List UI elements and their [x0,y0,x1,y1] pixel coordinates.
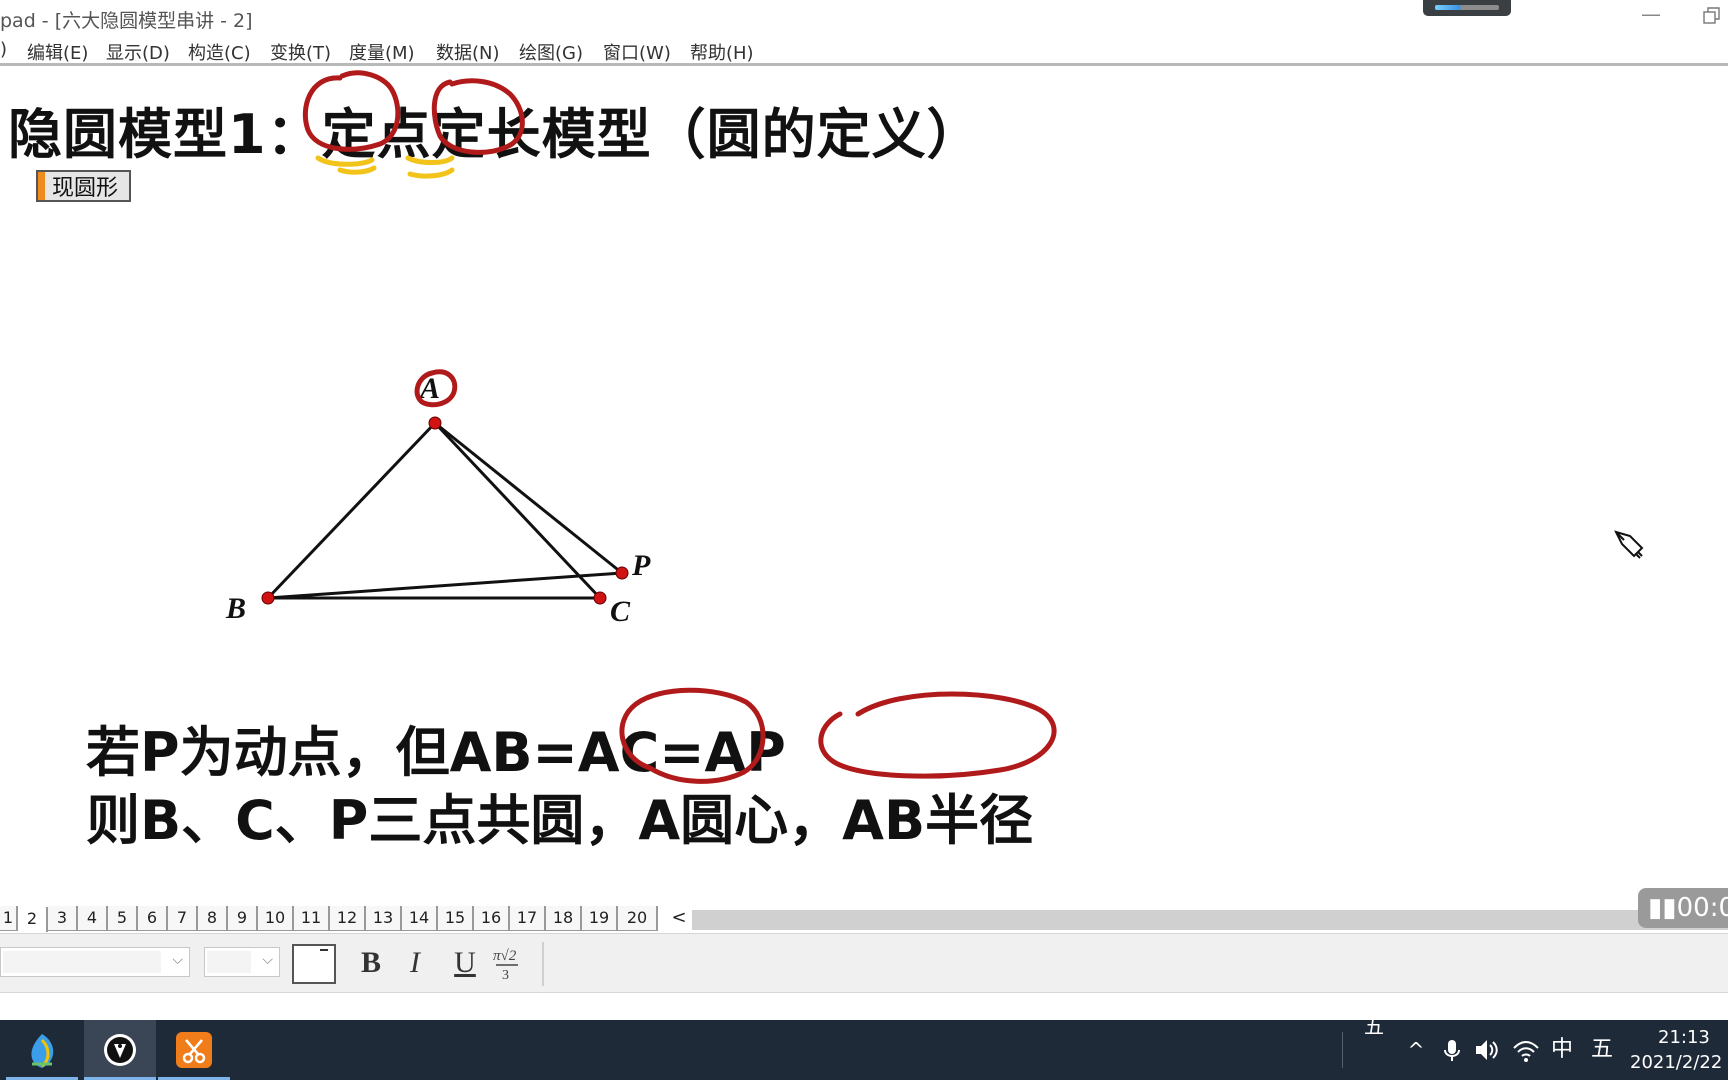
page-tab[interactable]: 13 [366,906,402,931]
svg-text:3: 3 [502,968,509,982]
timer-value: 00:01 [1676,893,1728,923]
ime-language-toggle[interactable]: 中 [1546,1020,1578,1080]
chevron-down-icon: ⌵ [172,952,183,968]
menu-measure[interactable]: 度量(M) [349,39,415,65]
minimize-button[interactable]: — [1638,2,1664,32]
sketch-canvas[interactable]: 隐圆模型1：定点定长模型（圆的定义） 现圆形 A B C P 若P为动点，但AB… [0,68,1728,908]
point-p[interactable] [615,566,629,580]
toolbar-separator [542,942,544,986]
segment-bp[interactable] [267,571,623,600]
menu-window[interactable]: 窗口(W) [603,39,671,65]
sketchpad-app-icon [104,1034,136,1066]
page-tab[interactable]: 3 [48,906,78,931]
point-b[interactable] [261,591,275,605]
bold-button[interactable]: B [354,944,388,982]
system-clock[interactable]: 21:13 2021/2/22 [1630,1025,1728,1075]
text-toolbar: ⌵ ⌵ B I U π√2 3 [0,933,1728,993]
page-tab[interactable]: 20 [618,906,658,931]
tab-scroll-left-button[interactable]: < [668,906,690,931]
page-tab[interactable]: 5 [108,906,138,931]
svg-text:π√2: π√2 [493,948,517,964]
label-a[interactable]: A [418,372,440,405]
page-tab[interactable]: 18 [546,906,582,931]
recording-level-bar [1435,5,1499,10]
window-title: pad - [六大隐圆模型串讲 - 2] [0,10,253,32]
page-tab[interactable]: 10 [258,906,294,931]
page-tab-active[interactable]: 2 [18,907,48,932]
conclusion-text: 则B、C、P三点共圆，A圆心，AB半径 [86,789,1034,852]
font-family-select[interactable]: ⌵ [0,947,190,977]
color-swatch-indicator [320,949,328,951]
recording-indicator[interactable] [1423,0,1511,16]
pencil-cursor-icon [1614,530,1644,559]
point-a[interactable] [428,416,442,430]
segment-ac[interactable] [433,421,602,600]
italic-button[interactable]: I [398,944,432,982]
menu-file[interactable]: ) [0,39,7,60]
page-tab[interactable]: 17 [510,906,546,931]
math-symbols-icon[interactable]: π√2 3 [490,944,524,982]
recording-timer[interactable]: ▮▮00:01 [1638,888,1728,928]
font-size-select[interactable]: ⌵ [204,947,280,977]
label-p[interactable]: P [631,549,651,582]
tray-separator [1342,1032,1343,1068]
page-tab[interactable]: 15 [438,906,474,931]
menu-edit[interactable]: 编辑(E) [27,39,88,65]
page-tab[interactable]: 1 [0,906,18,931]
page-tab[interactable]: 19 [582,906,618,931]
label-b[interactable]: B [225,592,246,625]
pause-icon: ▮▮ [1648,893,1677,923]
ime-mode-toggle[interactable]: 五 [1586,1020,1618,1080]
label-c[interactable]: C [610,595,631,628]
ime-indicator-top[interactable]: 五 [1358,1008,1390,1044]
tray-show-hidden-icon[interactable]: ^ [1402,1020,1430,1080]
page-tab[interactable]: 6 [138,906,168,931]
segment-ap[interactable] [434,421,623,575]
taskbar-app-sketchpad[interactable] [84,1020,156,1080]
page-tab[interactable]: 12 [330,906,366,931]
menu-bar: ) 编辑(E) 显示(D) 构造(C) 变换(T) 度量(M) 数据(N) 绘图… [0,36,1728,66]
point-c[interactable] [593,591,607,605]
scissors-app-icon [176,1032,212,1068]
app-leaf-icon [31,1034,54,1068]
clock-date: 2021/2/22 [1630,1052,1723,1073]
horizontal-scrollbar[interactable] [692,910,1728,930]
page-tab[interactable]: 11 [294,906,330,931]
clock-time: 21:13 [1658,1027,1710,1048]
segment-ab[interactable] [266,421,437,600]
menu-display[interactable]: 显示(D) [106,39,170,65]
page-tab[interactable]: 16 [474,906,510,931]
page-tab[interactable]: 9 [228,906,258,931]
menu-data[interactable]: 数据(N) [436,39,500,65]
wifi-icon[interactable] [1510,1020,1540,1080]
underline-button[interactable]: U [448,944,482,982]
page-tab[interactable]: 14 [402,906,438,931]
taskbar-app-1[interactable] [6,1020,78,1080]
menu-help[interactable]: 帮助(H) [690,39,754,65]
taskbar-app-3[interactable] [158,1020,230,1080]
chevron-down-icon: ⌵ [262,952,273,968]
title-bar: pad - [六大隐圆模型串讲 - 2] — [0,0,1728,36]
page-tab[interactable]: 8 [198,906,228,931]
taskbar: 五 ^ 中 五 21:13 2021/2/22 [0,1014,1728,1080]
menu-draw[interactable]: 绘图(G) [519,39,583,65]
page-tab[interactable]: 7 [168,906,198,931]
microphone-icon[interactable] [1440,1020,1464,1080]
text-color-picker[interactable] [292,944,336,984]
menu-transform[interactable]: 变换(T) [270,39,331,65]
menu-construct[interactable]: 构造(C) [188,39,251,65]
page-tabs: 1 2 3 4 5 6 7 8 9 10 11 12 13 14 15 16 1… [0,906,1728,933]
restore-window-icon[interactable] [1702,6,1722,26]
volume-icon[interactable] [1472,1020,1500,1080]
page-tab[interactable]: 4 [78,906,108,931]
